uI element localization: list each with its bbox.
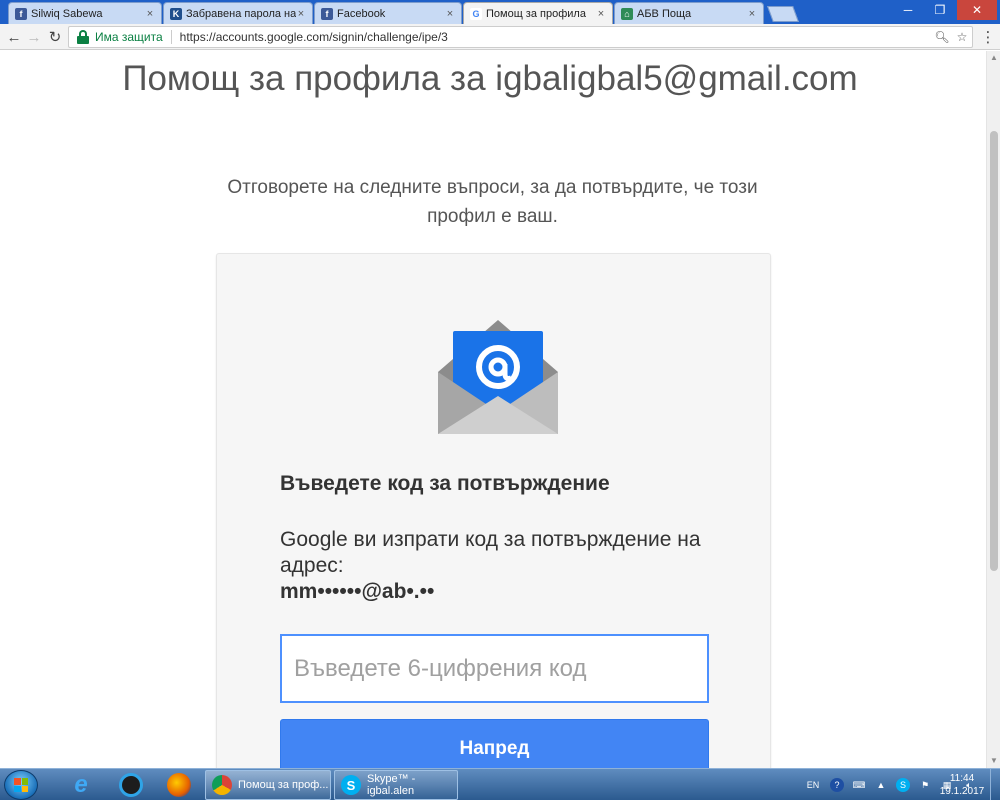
- tab-close-icon[interactable]: ×: [445, 8, 455, 20]
- email-envelope-icon: [438, 320, 558, 434]
- browser-tab-strip: f Silwiq Sabewa × K Забравена парола на …: [0, 0, 1000, 25]
- card-description: Google ви изпрати код за потвърждение на…: [280, 527, 710, 605]
- verification-code-input[interactable]: [280, 634, 709, 703]
- taskbar-item-chrome[interactable]: Помощ за проф...: [205, 770, 331, 800]
- clock-date: 19.1.2017 г.: [939, 786, 985, 800]
- tab-close-icon[interactable]: ×: [145, 8, 155, 20]
- page-viewport: Помощ за профила за igbaligbal5@gmail.co…: [0, 51, 986, 768]
- google-icon: G: [470, 8, 482, 20]
- k-logo-icon: K: [170, 7, 182, 20]
- keyboard-icon[interactable]: ⌨: [852, 778, 866, 792]
- windows-taskbar: e Помощ за проф... S Skype™ - igbal.alen…: [0, 768, 1000, 800]
- vertical-scrollbar[interactable]: ▲ ▼: [986, 51, 1000, 768]
- tab-1[interactable]: f Silwiq Sabewa ×: [8, 2, 162, 24]
- action-center-flag-icon[interactable]: ⚑: [918, 778, 932, 792]
- back-arrow-icon[interactable]: ←: [4, 27, 24, 47]
- skype-icon: S: [341, 775, 361, 795]
- tab-close-icon[interactable]: ×: [296, 8, 306, 20]
- tab-title: Facebook: [337, 7, 386, 20]
- scroll-down-icon[interactable]: ▼: [989, 756, 999, 766]
- secure-label: Има защита: [95, 30, 163, 44]
- tab-4-active[interactable]: G Помощ за профила ×: [463, 2, 613, 25]
- address-bar[interactable]: Има защита https://accounts.google.com/s…: [68, 26, 973, 48]
- reload-icon[interactable]: ↻: [45, 27, 65, 47]
- internet-explorer-icon[interactable]: e: [62, 771, 100, 799]
- tab-title: Помощ за профила: [486, 8, 586, 20]
- taskbar-item-label: Skype™ - igbal.alen: [367, 773, 416, 797]
- minimize-icon[interactable]: ─: [893, 0, 923, 20]
- scrollbar-thumb[interactable]: [990, 131, 998, 571]
- show-hidden-icons-icon[interactable]: ▲: [874, 778, 888, 792]
- tab-title: Silwiq Sabewa: [31, 7, 103, 20]
- skype-tray-icon[interactable]: S: [896, 778, 910, 792]
- divider: [170, 30, 172, 44]
- windows-logo-icon: [14, 778, 28, 792]
- url-text[interactable]: https://accounts.google.com/signin/chall…: [180, 30, 932, 44]
- restore-icon[interactable]: ❐: [925, 0, 955, 20]
- tab-3[interactable]: f Facebook ×: [314, 2, 462, 24]
- page-subtitle: Отговорете на следните въпроси, за да по…: [227, 177, 758, 227]
- close-window-icon[interactable]: ✕: [957, 0, 997, 20]
- page-title: Помощ за профила за igbaligbal5@gmail.co…: [122, 59, 858, 98]
- start-button[interactable]: [4, 770, 38, 800]
- taskbar-item-skype[interactable]: S Skype™ - igbal.alen: [334, 770, 458, 800]
- taskbar-item-label: Помощ за проф...: [238, 779, 329, 791]
- tab-5[interactable]: ⌂ АБВ Поща ×: [614, 2, 764, 24]
- bookmark-star-icon[interactable]: ☆: [952, 30, 972, 44]
- show-desktop-button[interactable]: [990, 769, 1000, 800]
- tab-title: Забравена парола на G: [186, 7, 296, 20]
- taskbar-clock[interactable]: 11:44 19.1.2017 г.: [936, 772, 988, 800]
- tab-2[interactable]: K Забравена парола на G ×: [163, 2, 313, 24]
- card-heading: Въведете код за потвърждение: [280, 472, 610, 495]
- chrome-icon: [212, 775, 232, 795]
- ccleaner-icon[interactable]: [112, 771, 150, 799]
- description-text: Google ви изпрати код за потвърждение на…: [280, 528, 701, 577]
- lock-icon: [76, 30, 90, 44]
- menu-icon[interactable]: ⋮: [978, 27, 998, 47]
- language-indicator[interactable]: EN: [804, 778, 822, 792]
- tab-close-icon[interactable]: ×: [747, 8, 757, 20]
- forward-arrow-icon[interactable]: →: [24, 27, 44, 47]
- scroll-up-icon[interactable]: ▲: [989, 53, 999, 63]
- clock-time: 11:44: [949, 773, 975, 784]
- facebook-icon: f: [15, 7, 27, 20]
- browser-toolbar: ← → ↻ Има защита https://accounts.google…: [0, 24, 1000, 50]
- tab-title: АБВ Поща: [637, 7, 692, 20]
- zoom-icon[interactable]: 🔍︎: [932, 30, 952, 44]
- new-tab-button[interactable]: [767, 6, 799, 22]
- abv-icon: ⌂: [621, 7, 633, 20]
- help-icon[interactable]: ?: [830, 778, 844, 792]
- verification-card: Въведете код за потвърждение Google ви и…: [216, 253, 771, 768]
- tab-close-icon[interactable]: ×: [596, 8, 606, 20]
- masked-email: mm••••••@ab•.••: [280, 580, 435, 603]
- facebook-icon: f: [321, 7, 333, 20]
- next-button[interactable]: Напред: [280, 719, 709, 768]
- firefox-icon[interactable]: [160, 771, 198, 799]
